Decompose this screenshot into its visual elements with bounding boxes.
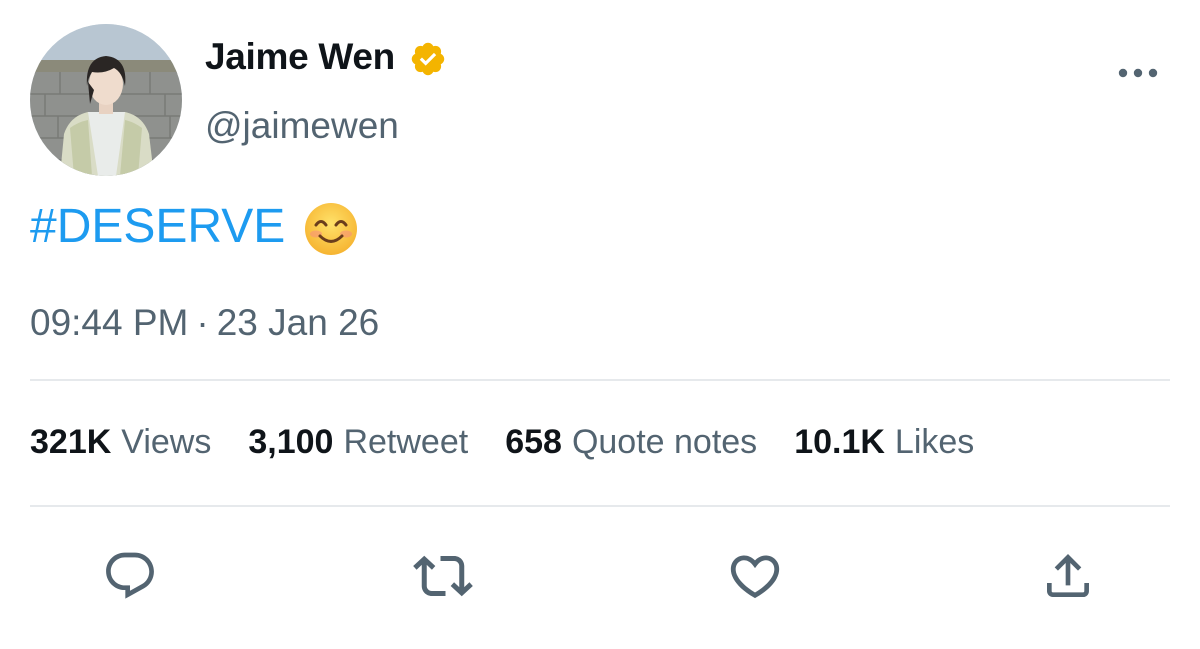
reply-button[interactable] [100, 546, 160, 606]
stat-likes[interactable]: 10.1K Likes [794, 423, 974, 462]
stat-label: Likes [894, 423, 975, 461]
avatar-photo [30, 24, 182, 176]
tweet-date: 23 Jan 26 [216, 302, 380, 343]
stat-label: Quote notes [571, 423, 758, 461]
stat-label: Views [121, 423, 212, 461]
engagement-stats: 321K Views 3,100 Retweet 658 Quote notes 10… [30, 423, 974, 462]
share-button[interactable] [1038, 546, 1098, 606]
reply-icon [106, 552, 154, 599]
retweet-icon [413, 555, 473, 597]
tweet-card: Jaime Wen @jaimewen #DESERVE 09:44 PM · … [0, 0, 1200, 649]
stat-value: 658 [505, 423, 562, 461]
verified-badge-icon [409, 40, 447, 78]
like-icon [730, 555, 780, 599]
avatar[interactable] [30, 24, 182, 176]
timestamp-separator: · [196, 302, 209, 343]
retweet-button[interactable] [413, 546, 473, 606]
hashtag-link[interactable]: #DESERVE [30, 199, 285, 254]
stat-value: 10.1K [794, 423, 885, 461]
user-handle[interactable]: @jaimewen [205, 105, 399, 147]
stat-retweets[interactable]: 3,100 Retweet [248, 423, 468, 462]
tweet-timestamp[interactable]: 09:44 PM · 23 Jan 26 [30, 302, 379, 344]
display-name[interactable]: Jaime Wen [205, 36, 395, 78]
divider [30, 379, 1170, 381]
like-button[interactable] [725, 546, 785, 606]
stat-views[interactable]: 321K Views [30, 423, 211, 462]
divider [30, 505, 1170, 507]
share-icon [1047, 554, 1089, 597]
smiling-face-emoji-icon [303, 201, 359, 257]
stat-quotes[interactable]: 658 Quote notes [505, 423, 757, 462]
stat-label: Retweet [343, 423, 469, 461]
more-options-icon[interactable] [1110, 56, 1166, 90]
tweet-text: #DESERVE [30, 198, 359, 257]
tweet-time: 09:44 PM [30, 302, 189, 343]
stat-value: 321K [30, 423, 112, 461]
stat-value: 3,100 [248, 423, 334, 461]
